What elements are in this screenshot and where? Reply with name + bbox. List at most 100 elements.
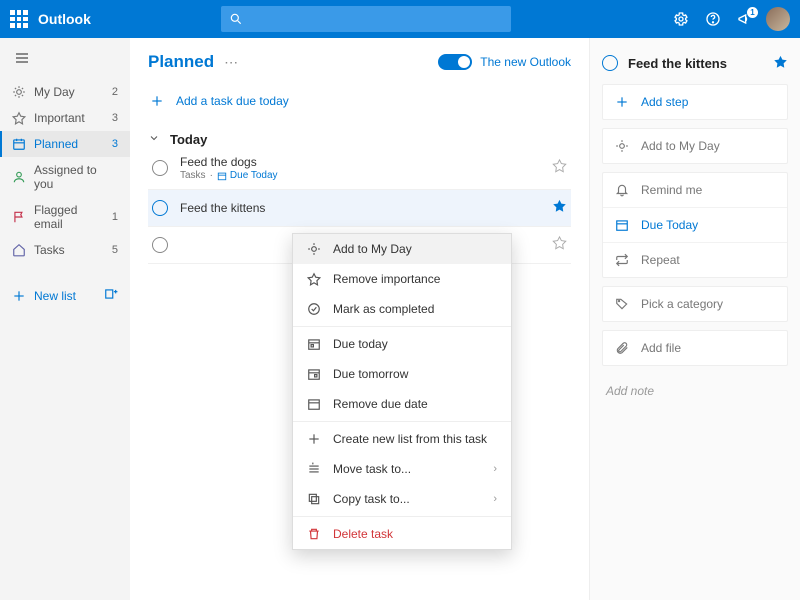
sidebar: My Day 2 Important 3 Planned 3 Assigned … bbox=[0, 38, 130, 600]
ctx-due-today[interactable]: Due today bbox=[293, 329, 511, 359]
add-file-button[interactable]: Add file bbox=[603, 331, 787, 365]
task-star-button[interactable] bbox=[552, 158, 567, 178]
task-title: Feed the kittens bbox=[180, 201, 540, 215]
star-outline-icon bbox=[552, 235, 567, 250]
task-checkbox[interactable] bbox=[152, 200, 168, 216]
task-due: Due Today bbox=[230, 170, 278, 181]
sidebar-item-label: My Day bbox=[34, 85, 104, 99]
task-star-button[interactable] bbox=[552, 198, 567, 218]
calendar-icon bbox=[217, 171, 227, 181]
task-list-name: Tasks bbox=[180, 170, 206, 181]
ctx-delete-task[interactable]: Delete task bbox=[293, 519, 511, 549]
ctx-copy-task[interactable]: Copy task to...› bbox=[293, 484, 511, 514]
new-outlook-toggle[interactable] bbox=[438, 54, 472, 70]
task-title: Feed the dogs bbox=[180, 155, 540, 169]
sidebar-item-planned[interactable]: Planned 3 bbox=[0, 131, 130, 157]
avatar[interactable] bbox=[766, 7, 790, 31]
person-icon bbox=[12, 170, 26, 184]
search-input[interactable] bbox=[221, 6, 511, 32]
plus-icon bbox=[615, 95, 629, 109]
detail-panel: Feed the kittens Add step Add to My Day … bbox=[590, 38, 800, 600]
plus-icon bbox=[150, 94, 164, 108]
sidebar-item-count: 3 bbox=[112, 138, 118, 150]
sidebar-item-count: 5 bbox=[112, 244, 118, 256]
add-task-button[interactable]: Add a task due today bbox=[148, 90, 571, 112]
home-icon bbox=[12, 243, 26, 257]
star-outline-icon bbox=[552, 158, 567, 173]
plus-icon bbox=[307, 432, 321, 446]
section-collapse-button[interactable] bbox=[148, 132, 160, 147]
detail-task-checkbox[interactable] bbox=[602, 55, 618, 71]
chevron-right-icon: › bbox=[493, 493, 497, 505]
chevron-down-icon bbox=[148, 132, 160, 144]
question-icon bbox=[705, 11, 721, 27]
remind-me-button[interactable]: Remind me bbox=[603, 173, 787, 207]
task-checkbox[interactable] bbox=[152, 160, 168, 176]
list-plus-icon bbox=[104, 287, 118, 301]
sidebar-item-label: Important bbox=[34, 111, 104, 125]
task-row[interactable]: Feed the kittens bbox=[148, 190, 571, 227]
check-circle-icon bbox=[307, 302, 321, 316]
context-menu: Add to My Day Remove importance Mark as … bbox=[292, 233, 512, 550]
ctx-remove-due[interactable]: Remove due date bbox=[293, 389, 511, 419]
star-icon bbox=[307, 272, 321, 286]
sidebar-item-label: Tasks bbox=[34, 243, 104, 257]
due-date-button[interactable]: Due Today bbox=[603, 207, 787, 242]
star-filled-icon bbox=[552, 198, 567, 213]
new-list-button[interactable]: New list bbox=[0, 281, 130, 310]
notifications-button[interactable]: 1 bbox=[734, 11, 756, 27]
trash-icon bbox=[307, 527, 321, 541]
new-group-button[interactable] bbox=[104, 287, 118, 304]
sidebar-item-count: 1 bbox=[112, 211, 118, 223]
help-button[interactable] bbox=[702, 11, 724, 27]
section-title: Today bbox=[170, 132, 207, 147]
search-icon bbox=[229, 12, 243, 26]
paperclip-icon bbox=[615, 341, 629, 355]
ctx-add-to-myday[interactable]: Add to My Day bbox=[293, 234, 511, 264]
copy-icon bbox=[307, 492, 321, 506]
more-options-button[interactable]: ⋯ bbox=[224, 54, 238, 71]
task-star-button[interactable] bbox=[552, 235, 567, 255]
sidebar-item-count: 2 bbox=[112, 86, 118, 98]
move-icon bbox=[307, 462, 321, 476]
calendar-today-icon bbox=[307, 337, 321, 351]
notification-badge: 1 bbox=[747, 7, 758, 18]
pick-category-button[interactable]: Pick a category bbox=[603, 287, 787, 321]
hamburger-button[interactable] bbox=[0, 50, 130, 79]
ctx-mark-completed[interactable]: Mark as completed bbox=[293, 294, 511, 324]
sidebar-item-assigned[interactable]: Assigned to you bbox=[0, 157, 130, 197]
sidebar-item-label: Planned bbox=[34, 137, 104, 151]
add-to-myday-button[interactable]: Add to My Day bbox=[603, 129, 787, 163]
sidebar-item-count: 3 bbox=[112, 112, 118, 124]
task-checkbox[interactable] bbox=[152, 237, 168, 253]
star-icon bbox=[12, 111, 26, 125]
app-launcher-icon[interactable] bbox=[10, 10, 28, 28]
calendar-icon bbox=[12, 137, 26, 151]
brand-label: Outlook bbox=[38, 11, 91, 27]
detail-star-button[interactable] bbox=[773, 54, 788, 72]
sidebar-item-myday[interactable]: My Day 2 bbox=[0, 79, 130, 105]
menu-icon bbox=[14, 50, 30, 66]
app-header: Outlook 1 bbox=[0, 0, 800, 38]
main-panel: Planned ⋯ The new Outlook Add a task due… bbox=[130, 38, 590, 600]
ctx-due-tomorrow[interactable]: Due tomorrow bbox=[293, 359, 511, 389]
gear-icon bbox=[673, 11, 689, 27]
add-task-label: Add a task due today bbox=[176, 94, 289, 108]
ctx-create-list[interactable]: Create new list from this task bbox=[293, 424, 511, 454]
ctx-remove-importance[interactable]: Remove importance bbox=[293, 264, 511, 294]
flag-icon bbox=[12, 210, 26, 224]
detail-title: Feed the kittens bbox=[628, 56, 763, 71]
settings-button[interactable] bbox=[670, 11, 692, 27]
repeat-button[interactable]: Repeat bbox=[603, 242, 787, 277]
sidebar-item-important[interactable]: Important 3 bbox=[0, 105, 130, 131]
sun-icon bbox=[307, 242, 321, 256]
task-row[interactable]: Feed the dogs Tasks · Due Today bbox=[148, 147, 571, 190]
sidebar-item-flagged[interactable]: Flagged email 1 bbox=[0, 197, 130, 237]
toggle-label: The new Outlook bbox=[480, 55, 571, 69]
ctx-move-task[interactable]: Move task to...› bbox=[293, 454, 511, 484]
add-note-input[interactable]: Add note bbox=[602, 374, 788, 408]
calendar-remove-icon bbox=[307, 397, 321, 411]
plus-icon bbox=[12, 289, 26, 303]
sidebar-item-tasks[interactable]: Tasks 5 bbox=[0, 237, 130, 263]
add-step-button[interactable]: Add step bbox=[603, 85, 787, 119]
